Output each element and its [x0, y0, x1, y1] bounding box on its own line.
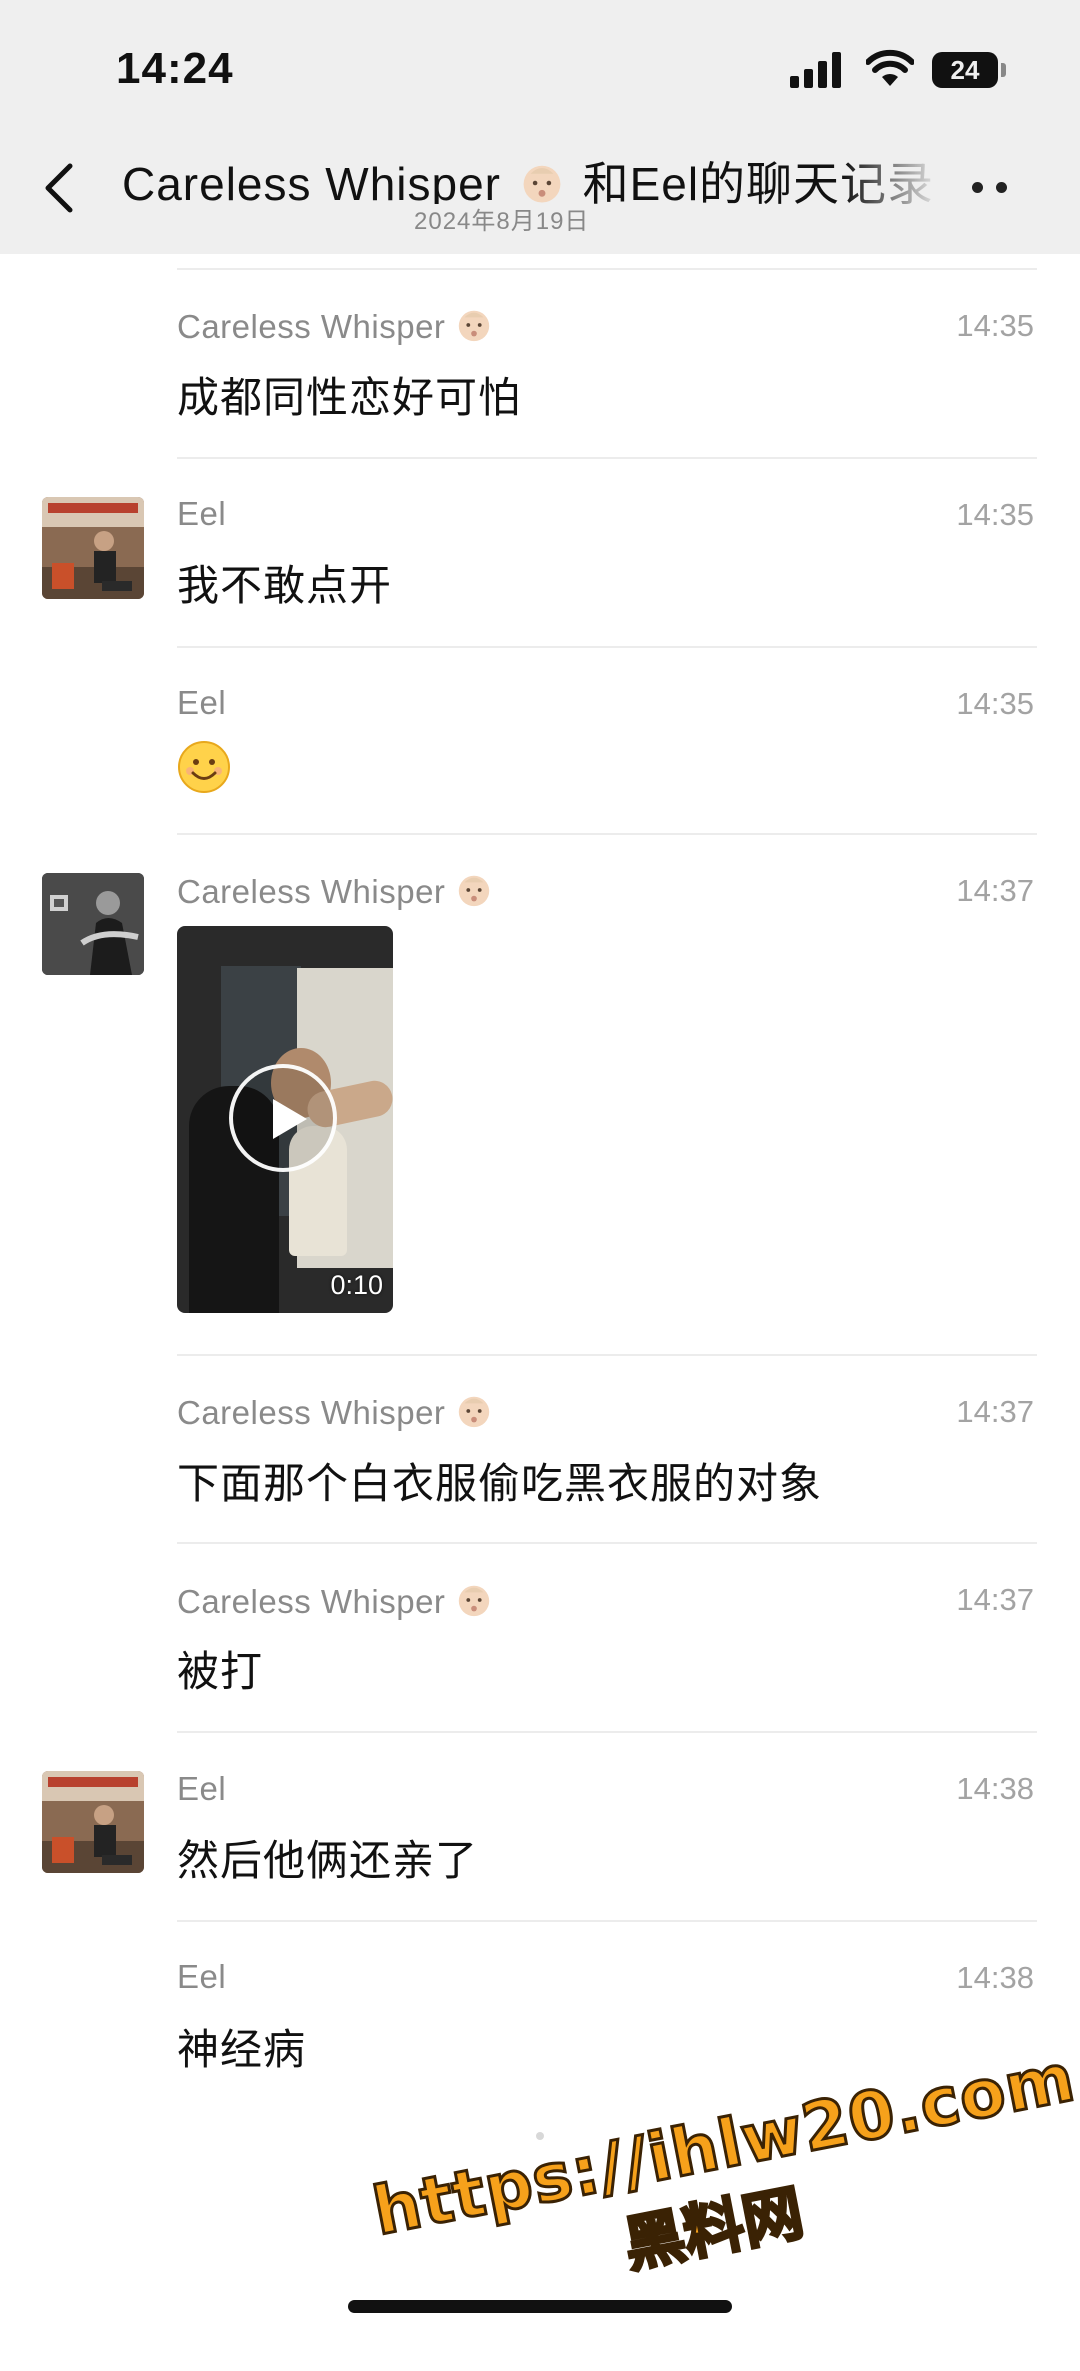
chat-title-name: Careless Whisper	[122, 158, 501, 204]
message-divider	[177, 268, 1037, 270]
message-divider	[177, 457, 1037, 459]
message-time: 14:35	[956, 686, 1034, 721]
message-text[interactable]: 神经病	[177, 2016, 306, 2077]
message-time: 14:37	[956, 1582, 1034, 1617]
avatar-careless-whisper[interactable]	[42, 873, 144, 975]
sender-name: Careless Whisper	[177, 1583, 446, 1620]
video-duration: 0:10	[330, 1270, 383, 1300]
message-sender: Eel	[177, 495, 227, 532]
message-time: 14:38	[956, 1960, 1034, 1995]
baby-emoji-icon	[459, 875, 490, 907]
sender-name: Careless Whisper	[177, 1394, 446, 1431]
message-sender: Careless Whisper	[177, 306, 493, 346]
message-divider	[177, 833, 1037, 835]
watermark: https://ihlw20.com 黑料网	[365, 2037, 1080, 2371]
message-sender: Careless Whisper	[177, 1581, 493, 1621]
message-time: 14:37	[956, 873, 1034, 908]
message-text[interactable]: 我不敢点开	[177, 552, 392, 613]
message-sender: Careless Whisper	[177, 1392, 493, 1432]
message-time: 14:38	[956, 1771, 1034, 1806]
baby-emoji-icon	[523, 165, 561, 203]
message-divider	[177, 1542, 1037, 1544]
message-time: 14:35	[956, 308, 1034, 343]
chat-title-suffix: 和Eel的聊天记录	[582, 158, 935, 204]
play-icon[interactable]	[229, 1064, 337, 1172]
back-chevron-icon[interactable]	[40, 160, 80, 216]
baby-emoji-icon	[459, 1585, 490, 1617]
message-sender: Eel	[177, 684, 227, 721]
scroll-indicator	[536, 2132, 544, 2140]
message-divider	[177, 1354, 1037, 1356]
battery-icon: 24	[932, 52, 998, 88]
message-divider	[177, 1731, 1037, 1733]
sender-name: Careless Whisper	[177, 873, 446, 910]
home-indicator[interactable]	[348, 2300, 732, 2313]
more-options-button[interactable]	[972, 182, 1012, 196]
message-divider	[177, 646, 1037, 648]
avatar-eel[interactable]	[42, 1771, 144, 1873]
avatar-eel[interactable]	[42, 497, 144, 599]
message-sender: Eel	[177, 1958, 227, 1995]
message-text[interactable]: 下面那个白衣服偷吃黑衣服的对象	[177, 1450, 822, 1511]
status-time: 14:24	[116, 44, 234, 93]
wifi-icon	[866, 49, 914, 86]
message-text[interactable]: 然后他俩还亲了	[177, 1827, 478, 1888]
baby-emoji-icon	[459, 1396, 490, 1428]
video-message[interactable]: 0:10	[177, 926, 393, 1313]
chat-title: Careless Whisper 和Eel的聊天记录	[122, 148, 942, 204]
battery-level: 24	[950, 54, 980, 85]
baby-emoji-icon	[459, 310, 490, 342]
message-time: 14:35	[956, 497, 1034, 532]
message-text[interactable]: 成都同性恋好可怕	[177, 364, 521, 425]
message-time: 14:37	[956, 1394, 1034, 1429]
message-text[interactable]: 被打	[177, 1638, 263, 1699]
battery-tip	[1001, 63, 1006, 77]
sender-name: Careless Whisper	[177, 308, 446, 345]
smiling-face-emoji-icon[interactable]	[177, 740, 231, 794]
message-sender: Careless Whisper	[177, 871, 493, 911]
chat-date: 2024年8月19日	[414, 208, 590, 235]
chat-header: 14:24 24 Careless Whisper 和Eel的聊天记录 2024…	[0, 0, 1080, 254]
cellular-signal-icon	[790, 52, 848, 88]
message-divider	[177, 1920, 1037, 1922]
message-sender: Eel	[177, 1770, 227, 1807]
